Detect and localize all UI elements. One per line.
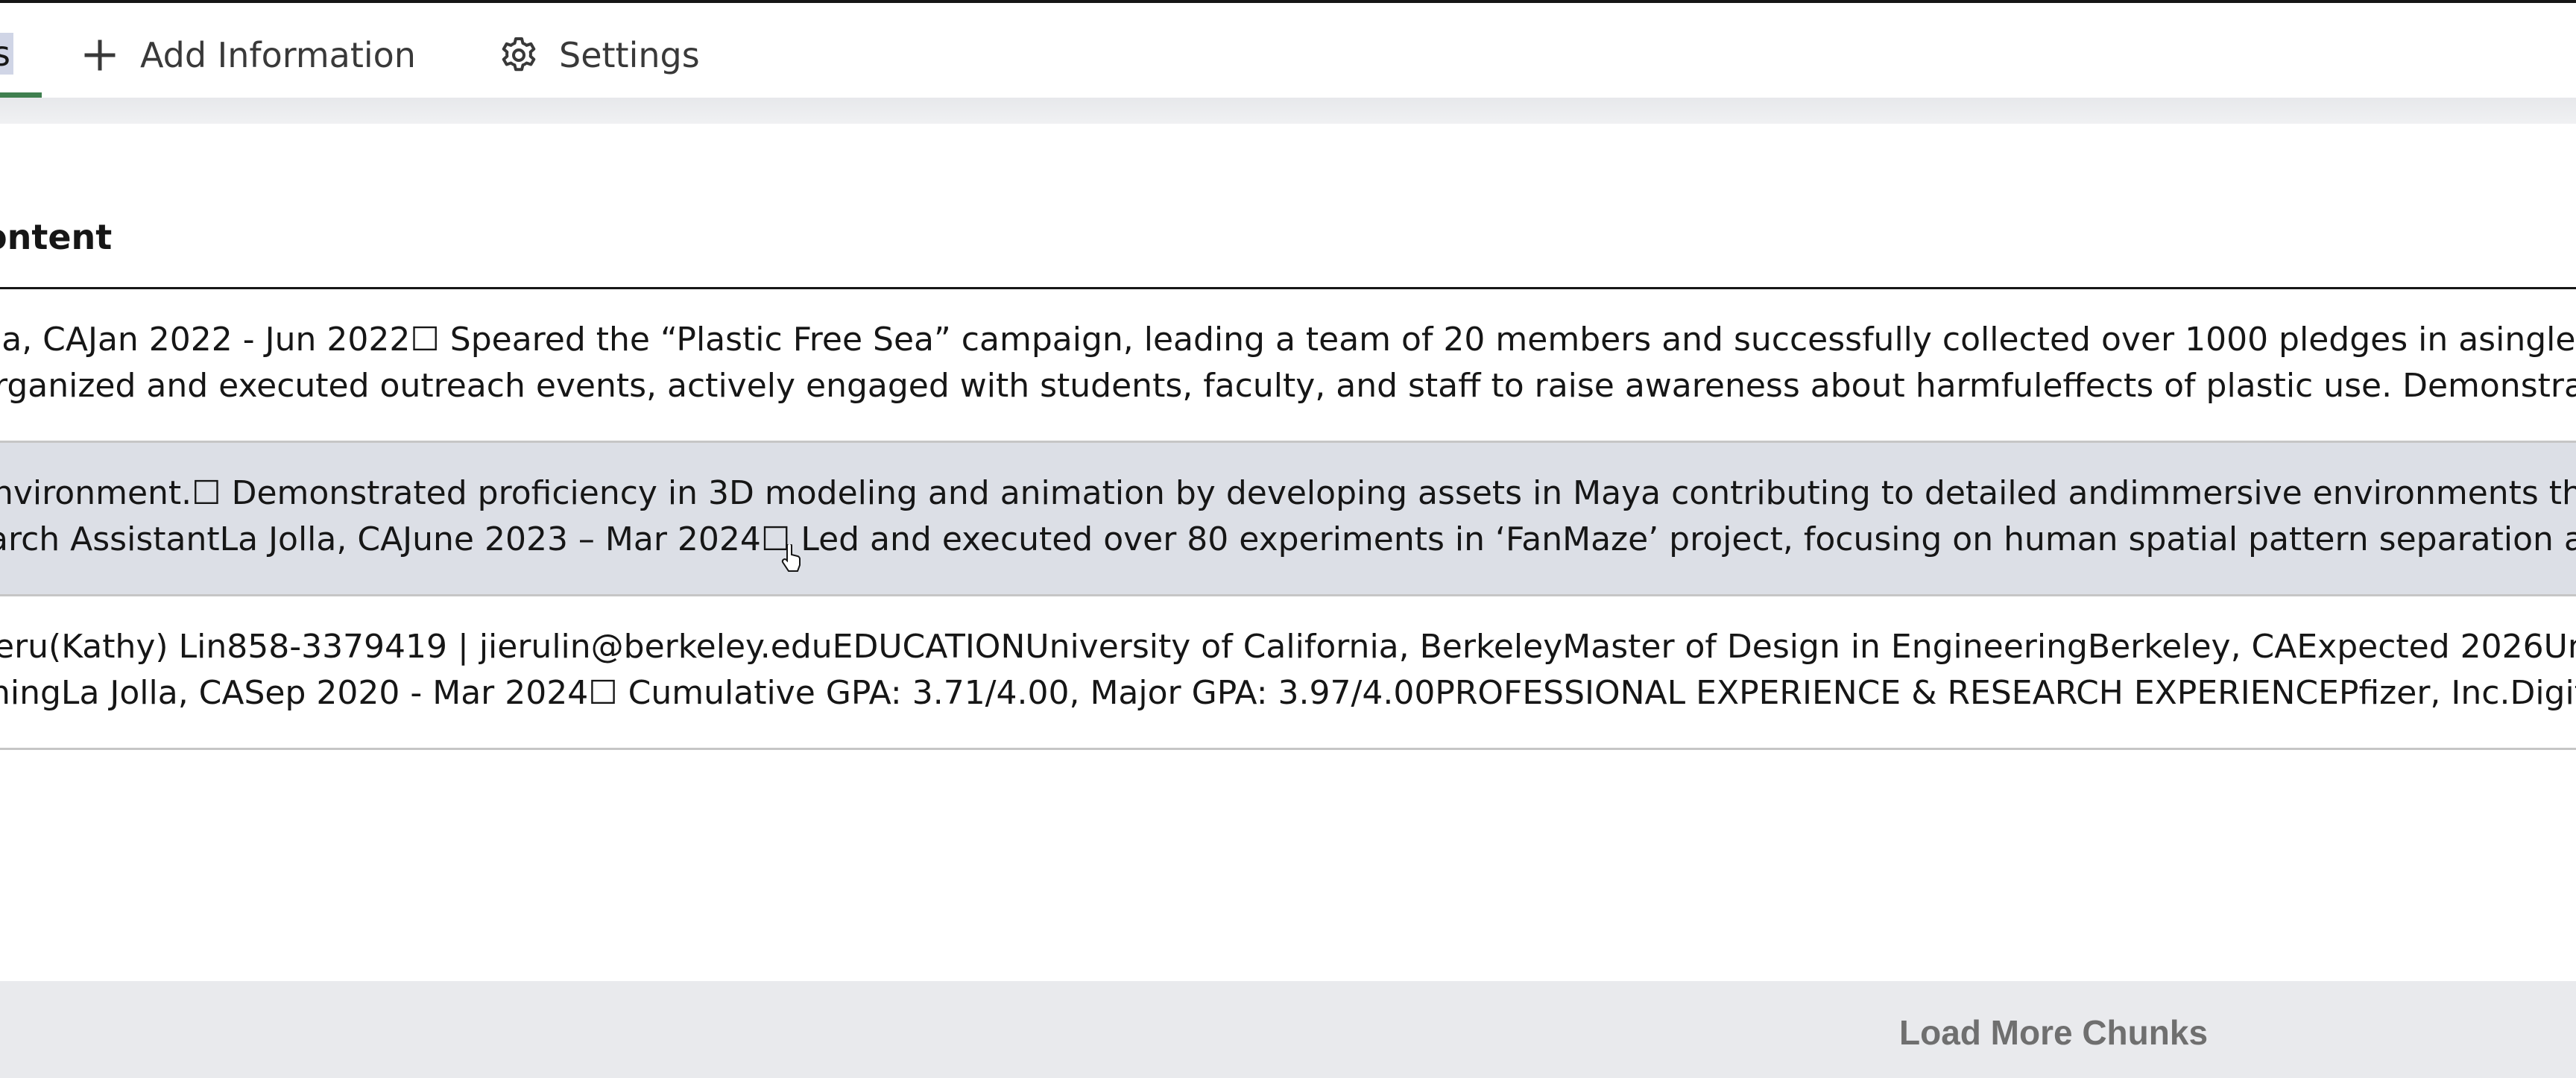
content-column-header: ontent xyxy=(0,217,113,257)
tab-active-label: s xyxy=(0,34,10,74)
chunk-text-line: eru(Kathy) Lin858-3379419 | jierulin@ber… xyxy=(0,628,2576,666)
table-row[interactable]: nvironment.☐ Demonstrated proficiency in… xyxy=(0,443,2576,596)
chunks-table: ontent la, CAJan 2022 - Jun 2022☐ Speare… xyxy=(0,124,2576,981)
gear-icon xyxy=(498,34,540,76)
table-row[interactable]: eru(Kathy) Lin858-3379419 | jierulin@ber… xyxy=(0,596,2576,750)
tab-settings-label: Settings xyxy=(559,35,700,75)
footer-bar: Load More Chunks xyxy=(0,981,2576,1078)
table-row[interactable]: la, CAJan 2022 - Jun 2022☐ Speared the “… xyxy=(0,289,2576,443)
tab-settings[interactable]: Settings xyxy=(498,25,700,85)
tab-bar-divider xyxy=(0,98,2576,124)
load-more-chunks-button[interactable]: Load More Chunks xyxy=(1899,1012,2208,1053)
plus-icon xyxy=(79,34,121,76)
pointer-cursor-icon xyxy=(781,543,802,573)
chunk-text-line: la, CAJan 2022 - Jun 2022☐ Speared the “… xyxy=(0,321,2576,359)
tab-bar: s Add Information Settings xyxy=(0,3,2576,99)
chunk-text-line: rganized and executed outreach events, a… xyxy=(0,367,2576,405)
chunk-text-line: nvironment.☐ Demonstrated proficiency in… xyxy=(0,474,2576,512)
tab-add-information-label: Add Information xyxy=(140,35,416,75)
chunk-text-line: ningLa Jolla, CASep 2020 - Mar 2024☐ Cum… xyxy=(0,674,2576,712)
chunk-text-line: arch AssistantLa Jolla, CAJune 2023 – Ma… xyxy=(0,520,2576,558)
tab-add-information[interactable]: Add Information xyxy=(79,25,416,85)
tab-active-partial[interactable]: s xyxy=(0,33,13,75)
